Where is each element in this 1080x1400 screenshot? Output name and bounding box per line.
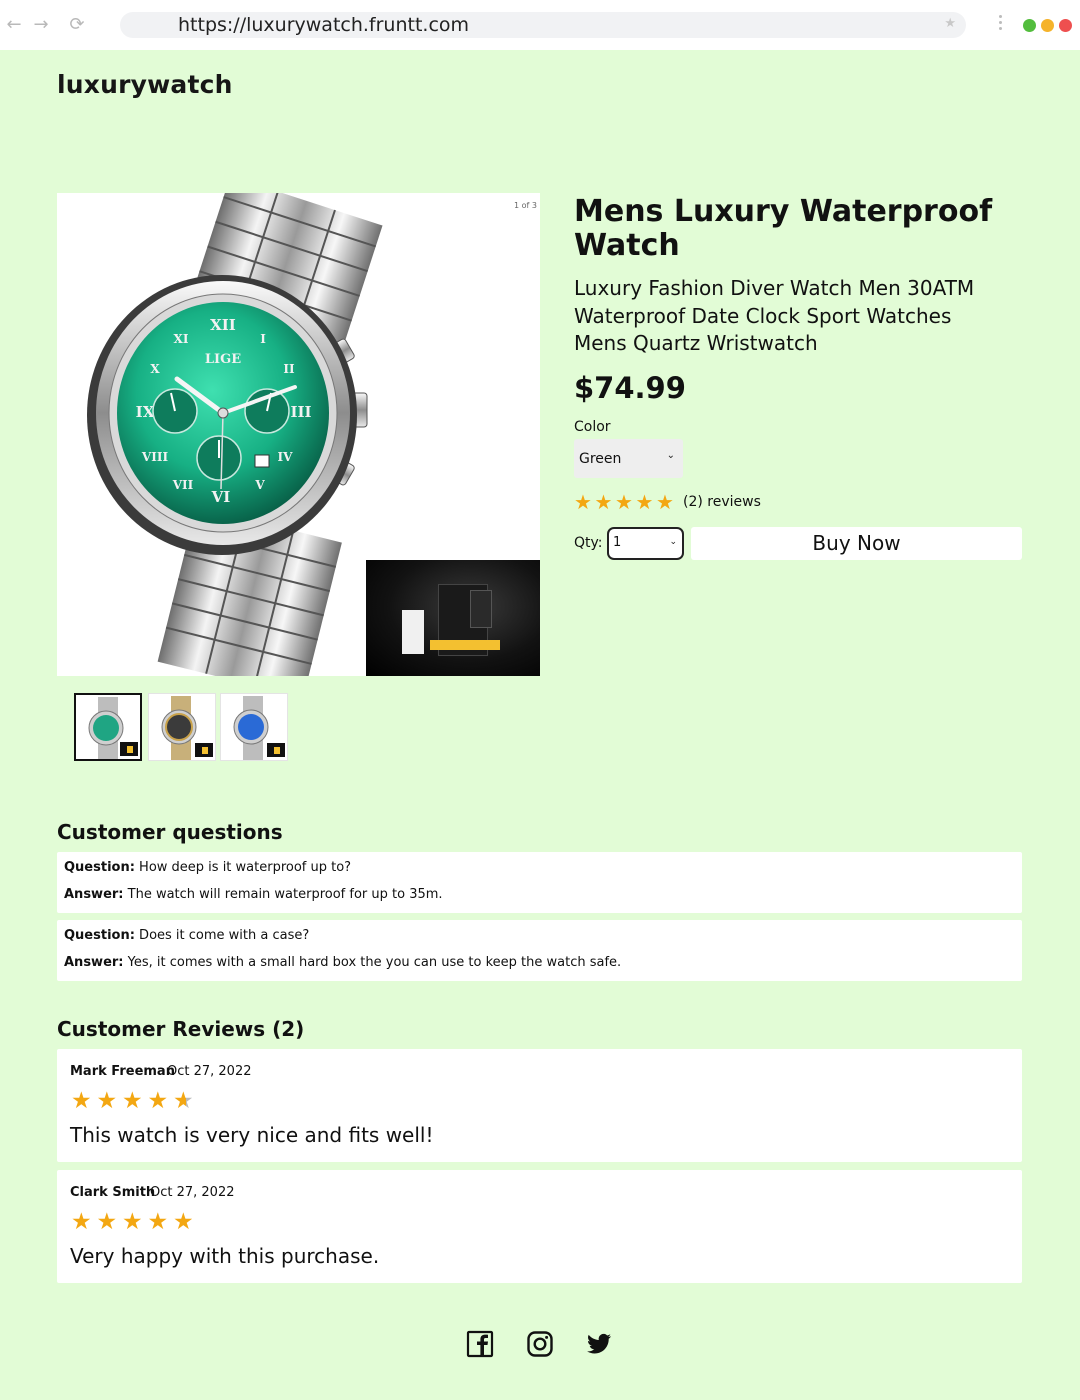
qty-select[interactable]: 1 ⌄ <box>607 527 684 560</box>
svg-text:VI: VI <box>211 488 231 506</box>
answer-prefix: Answer: <box>64 955 124 970</box>
thumbnail-gold[interactable] <box>148 693 216 761</box>
svg-text:XII: XII <box>210 316 236 334</box>
forward-arrow-icon[interactable]: → <box>31 13 51 37</box>
color-select[interactable]: Green ⌄ <box>574 439 683 478</box>
star-icon: ★ <box>96 1209 118 1235</box>
question-text: Does it come with a case? <box>134 928 310 943</box>
store-logo[interactable]: luxurywatch <box>57 70 233 99</box>
star-icon: ★ <box>656 490 674 514</box>
star-icon: ★ <box>147 1209 169 1235</box>
answer-line: Answer: The watch will remain waterproof… <box>64 887 443 902</box>
star-icon: ★ <box>122 1088 143 1114</box>
review-count-link[interactable]: (2) reviews <box>683 494 761 510</box>
star-icon: ★ <box>71 1209 92 1235</box>
reviews-heading: Customer Reviews (2) <box>57 1017 305 1041</box>
star-icon: ★ <box>615 490 633 514</box>
window-dot-green[interactable] <box>1023 19 1036 32</box>
star-icon: ★ <box>71 1088 92 1114</box>
review-date: Oct 27, 2022 <box>167 1064 252 1079</box>
answer-text: Yes, it comes with a small hard box the … <box>123 955 622 970</box>
twitter-icon[interactable] <box>585 1330 613 1358</box>
answer-line: Answer: Yes, it comes with a small hard … <box>64 955 621 970</box>
svg-text:II: II <box>283 362 295 376</box>
answer-text: The watch will remain waterproof for up … <box>123 887 443 902</box>
question-text: How deep is it waterproof up to? <box>134 860 352 875</box>
reviewer-name: Clark Smith <box>70 1185 156 1200</box>
svg-text:IX: IX <box>136 403 155 421</box>
svg-text:XI: XI <box>174 332 189 346</box>
review-rating-stars: ★ ★ ★ ★ ★ <box>71 1088 199 1114</box>
facebook-icon[interactable] <box>466 1330 494 1358</box>
questions-heading: Customer questions <box>57 820 283 844</box>
question-line: Question: How deep is it waterproof up t… <box>64 860 351 875</box>
qty-select-value: 1 <box>613 535 622 550</box>
svg-text:IV: IV <box>278 450 294 464</box>
dial-brand: LIGE <box>205 352 241 367</box>
review-card: Clark Smith Oct 27, 2022 ★ ★ ★ ★ ★ Very happ… <box>57 1170 1022 1283</box>
image-counter: 1 of 3 <box>514 201 537 210</box>
buy-now-button[interactable]: Buy Now <box>691 527 1022 560</box>
chevron-down-icon: ⌄ <box>669 537 677 547</box>
star-icon: ★ <box>96 1088 118 1114</box>
qa-card: Question: Does it come with a case? Answ… <box>57 920 1022 981</box>
svg-text:V: V <box>254 478 265 492</box>
svg-text:I: I <box>260 332 266 346</box>
url-text: https://luxurywatch.fruntt.com <box>178 14 470 36</box>
qty-label: Qty: <box>574 535 603 551</box>
svg-text:VII: VII <box>172 478 194 492</box>
reviewer-name: Mark Freeman <box>70 1064 175 1079</box>
thumbnail-green[interactable] <box>74 693 142 761</box>
window-dot-red[interactable] <box>1059 19 1072 32</box>
star-icon: ★ <box>574 490 592 514</box>
half-star-icon: ★ <box>173 1090 199 1113</box>
product-rating-stars: ★ ★ ★ ★ ★ <box>574 492 677 514</box>
qa-card: Question: How deep is it waterproof up t… <box>57 852 1022 913</box>
review-rating-stars: ★ ★ ★ ★ ★ <box>71 1209 199 1235</box>
star-icon: ★ <box>122 1209 143 1235</box>
review-text: This watch is very nice and fits well! <box>70 1123 434 1147</box>
product-price: $74.99 <box>574 371 686 405</box>
svg-text:III: III <box>290 403 311 421</box>
svg-text:VIII: VIII <box>141 450 169 464</box>
color-label: Color <box>574 419 611 435</box>
review-date: Oct 27, 2022 <box>150 1185 235 1200</box>
reload-icon[interactable]: ⟳ <box>67 13 87 37</box>
thumbnail-blue[interactable] <box>220 693 288 761</box>
answer-prefix: Answer: <box>64 887 124 902</box>
star-icon: ★ <box>635 490 654 514</box>
product-title: Mens Luxury Waterproof Watch <box>574 194 993 263</box>
review-card: Mark Freeman Oct 27, 2022 ★ ★ ★ ★ ★ This wat… <box>57 1049 1022 1162</box>
svg-text:X: X <box>150 362 160 376</box>
instagram-icon[interactable] <box>526 1330 554 1358</box>
color-select-value: Green <box>579 451 622 467</box>
question-line: Question: Does it come with a case? <box>64 928 309 943</box>
kebab-menu-icon[interactable] <box>992 12 1008 38</box>
watch-box-photo <box>366 560 540 676</box>
review-text: Very happy with this purchase. <box>70 1244 380 1268</box>
bookmark-star-icon[interactable]: ★ <box>944 16 956 31</box>
product-subtitle: Luxury Fashion Diver Watch Men 30ATM Wat… <box>574 276 975 355</box>
star-icon: ★ <box>147 1088 169 1114</box>
address-bar[interactable]: https://luxurywatch.fruntt.com ★ <box>120 12 966 38</box>
window-dot-yellow[interactable] <box>1041 19 1054 32</box>
star-icon: ★ <box>594 490 613 514</box>
star-icon: ★ <box>173 1209 194 1235</box>
question-prefix: Question: <box>64 860 135 875</box>
back-arrow-icon[interactable]: ← <box>4 13 24 37</box>
question-prefix: Question: <box>64 928 135 943</box>
main-product-image[interactable]: XII III VI IX I II IV V VII VIII X XI LI… <box>57 193 540 676</box>
browser-toolbar: ← → ⟳ https://luxurywatch.fruntt.com ★ <box>0 0 1080 50</box>
chevron-down-icon: ⌄ <box>666 450 675 461</box>
